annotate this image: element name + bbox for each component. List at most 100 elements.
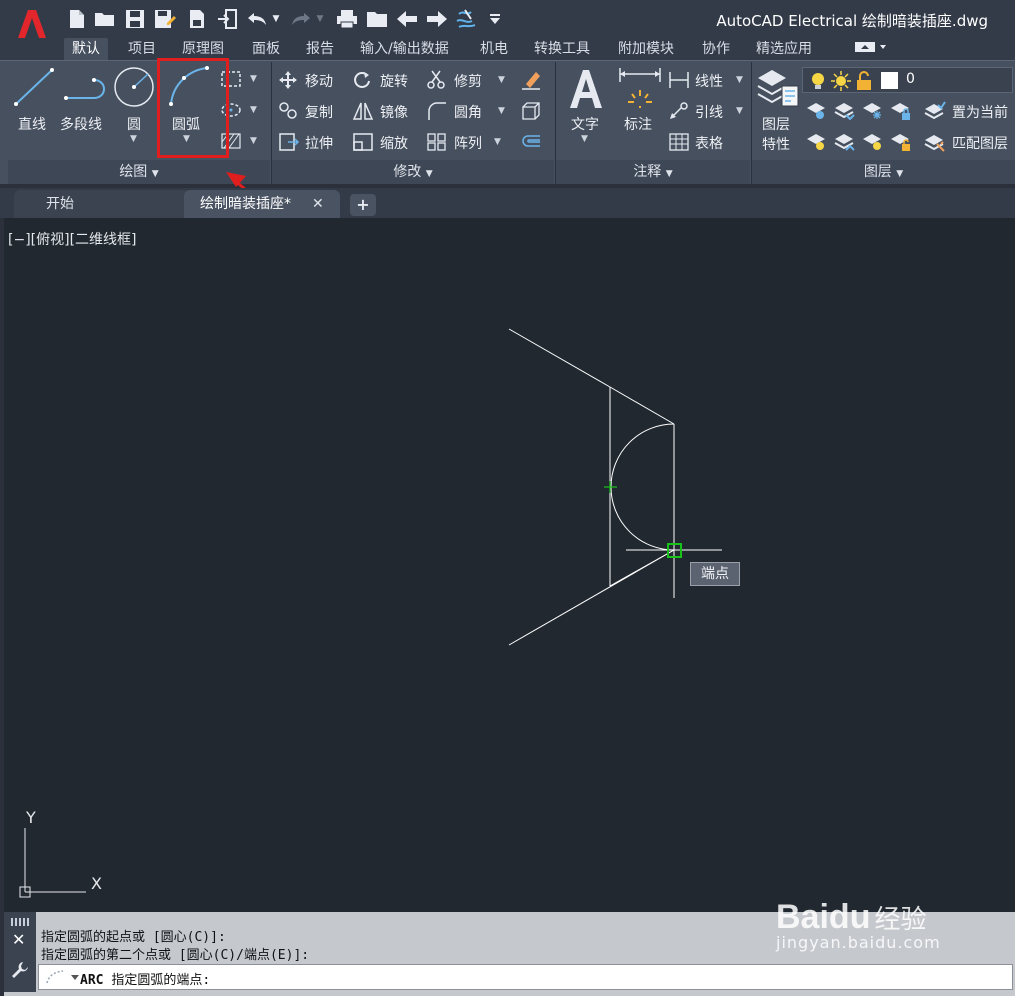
layer-isolate-icon[interactable] xyxy=(834,101,856,121)
ribbon-minimize-icon[interactable] xyxy=(846,40,896,58)
tab-electromechanical[interactable]: 机电 xyxy=(472,38,516,60)
leader-icon[interactable] xyxy=(668,101,690,121)
tab-project[interactable]: 项目 xyxy=(120,38,164,60)
new-tab-button[interactable]: + xyxy=(350,194,376,216)
tab-featured-apps[interactable]: 精选应用 xyxy=(748,38,820,60)
text-tool-label[interactable]: 文字 xyxy=(571,114,599,134)
array-icon[interactable] xyxy=(426,132,448,152)
ellipse-dropdown-icon[interactable]: ▼ xyxy=(250,105,257,115)
circle-tool-label[interactable]: 圆 xyxy=(127,114,141,134)
set-current-label[interactable]: 置为当前 xyxy=(952,102,1008,122)
line-tool-icon[interactable] xyxy=(12,66,58,108)
trim-icon[interactable] xyxy=(426,70,446,90)
polyline-tool-icon[interactable] xyxy=(62,66,108,108)
set-current-layer-icon[interactable] xyxy=(924,101,946,121)
new-file-icon[interactable] xyxy=(66,8,88,30)
tab-panel[interactable]: 面板 xyxy=(244,38,288,60)
modify-panel-title[interactable]: 修改 ▼ xyxy=(272,160,554,184)
leader-label[interactable]: 引线 xyxy=(695,102,723,122)
modify-panel-expand-icon[interactable]: ▼ xyxy=(426,169,433,179)
layer-freeze-icon[interactable] xyxy=(862,101,884,121)
draw-panel-expand-icon[interactable]: ▼ xyxy=(152,169,159,179)
annotation-panel-title[interactable]: 注释 ▼ xyxy=(556,160,750,184)
save-icon[interactable] xyxy=(124,8,146,30)
undo-dropdown-icon[interactable]: ▼ xyxy=(270,8,282,30)
array-dropdown-icon[interactable]: ▼ xyxy=(494,137,501,147)
fillet-label[interactable]: 圆角 xyxy=(454,102,482,122)
layer-off-icon[interactable] xyxy=(806,101,828,121)
redo-dropdown-icon[interactable]: ▼ xyxy=(314,8,326,30)
layer-thaw-all-icon[interactable] xyxy=(862,132,884,152)
redo-icon[interactable] xyxy=(290,8,312,30)
layer-lock-icon[interactable] xyxy=(890,101,912,121)
layers-panel-title[interactable]: 图层 ▼ xyxy=(752,160,1015,184)
rotate-label[interactable]: 旋转 xyxy=(380,71,408,91)
tab-add-ins[interactable]: 附加模块 xyxy=(610,38,682,60)
layer-properties-icon[interactable] xyxy=(756,66,800,110)
viewport-controls[interactable]: [−][俯视][二维线框] xyxy=(8,229,137,249)
fillet-icon[interactable] xyxy=(426,101,448,121)
linear-dimension-icon[interactable] xyxy=(668,70,690,90)
command-window-handle[interactable]: ✕ xyxy=(4,912,36,992)
layer-properties-label-1[interactable]: 图层 xyxy=(762,114,790,134)
undo-icon[interactable] xyxy=(246,8,268,30)
circle-tool-icon[interactable] xyxy=(112,66,158,108)
layer-dropdown[interactable]: 0 xyxy=(802,67,1013,93)
mirror-label[interactable]: 镜像 xyxy=(380,102,408,122)
tab-import-export[interactable]: 输入/输出数据 xyxy=(352,38,457,60)
polyline-tool-label[interactable]: 多段线 xyxy=(60,114,102,134)
workspace-icon[interactable] xyxy=(456,8,478,30)
move-icon[interactable] xyxy=(278,70,298,90)
back-arrow-icon[interactable] xyxy=(396,8,418,30)
leader-dropdown-icon[interactable]: ▼ xyxy=(736,106,743,116)
layer-unisolate-icon[interactable] xyxy=(834,132,856,152)
customize-quick-access-icon[interactable] xyxy=(484,8,506,30)
drawing-canvas[interactable] xyxy=(4,218,1015,912)
text-tool-icon[interactable] xyxy=(566,68,606,110)
layer-properties-label-2[interactable]: 特性 xyxy=(762,134,790,154)
move-label[interactable]: 移动 xyxy=(305,71,333,91)
tab-collaborate[interactable]: 协作 xyxy=(694,38,738,60)
tab-default[interactable]: 默认 xyxy=(64,38,108,60)
copy-icon[interactable] xyxy=(278,101,300,121)
line-tool-label[interactable]: 直线 xyxy=(18,114,46,134)
rotate-icon[interactable] xyxy=(352,70,372,90)
layer-color-swatch[interactable] xyxy=(881,72,898,89)
recent-commands-icon[interactable] xyxy=(45,969,81,985)
layer-unlock-all-icon[interactable] xyxy=(890,132,912,152)
array-label[interactable]: 阵列 xyxy=(454,133,482,153)
linear-label[interactable]: 线性 xyxy=(695,71,723,91)
table-label[interactable]: 表格 xyxy=(695,133,723,153)
layer-unlock-icon[interactable] xyxy=(855,71,873,91)
layer-thaw-sun-icon[interactable] xyxy=(831,71,851,91)
circle-dropdown-icon[interactable]: ▼ xyxy=(130,134,137,144)
copy-label[interactable]: 复制 xyxy=(305,102,333,122)
match-layer-label[interactable]: 匹配图层 xyxy=(952,133,1008,153)
fillet-dropdown-icon[interactable]: ▼ xyxy=(498,106,505,116)
scale-icon[interactable] xyxy=(352,132,374,152)
annotation-panel-expand-icon[interactable]: ▼ xyxy=(666,169,673,179)
close-command-icon[interactable]: ✕ xyxy=(12,930,25,949)
stretch-label[interactable]: 拉伸 xyxy=(305,133,333,153)
tab-schematic[interactable]: 原理图 xyxy=(174,38,232,60)
layer-on-bulb-icon[interactable] xyxy=(809,71,827,91)
table-icon[interactable] xyxy=(668,132,690,152)
trim-label[interactable]: 修剪 xyxy=(454,71,482,91)
plot-icon[interactable] xyxy=(336,8,358,30)
dimension-tool-label[interactable]: 标注 xyxy=(624,114,652,134)
doc-tab-start[interactable]: 开始 xyxy=(14,190,190,218)
dimension-tool-icon[interactable] xyxy=(618,66,662,110)
doc-tab-drawing[interactable]: 绘制暗装插座* ✕ xyxy=(184,190,340,218)
layers-panel-expand-icon[interactable]: ▼ xyxy=(896,169,903,179)
folder-icon[interactable] xyxy=(366,8,388,30)
save-as-icon[interactable] xyxy=(154,8,176,30)
forward-arrow-icon[interactable] xyxy=(426,8,448,30)
customize-wrench-icon[interactable] xyxy=(10,960,30,980)
explode-icon[interactable] xyxy=(520,101,542,121)
tab-conversion-tools[interactable]: 转换工具 xyxy=(526,38,598,60)
offset-icon[interactable] xyxy=(520,132,542,152)
match-layer-icon[interactable] xyxy=(924,132,946,152)
rectangle-dropdown-icon[interactable]: ▼ xyxy=(250,74,257,84)
mirror-icon[interactable] xyxy=(352,101,374,121)
trim-dropdown-icon[interactable]: ▼ xyxy=(498,75,505,85)
